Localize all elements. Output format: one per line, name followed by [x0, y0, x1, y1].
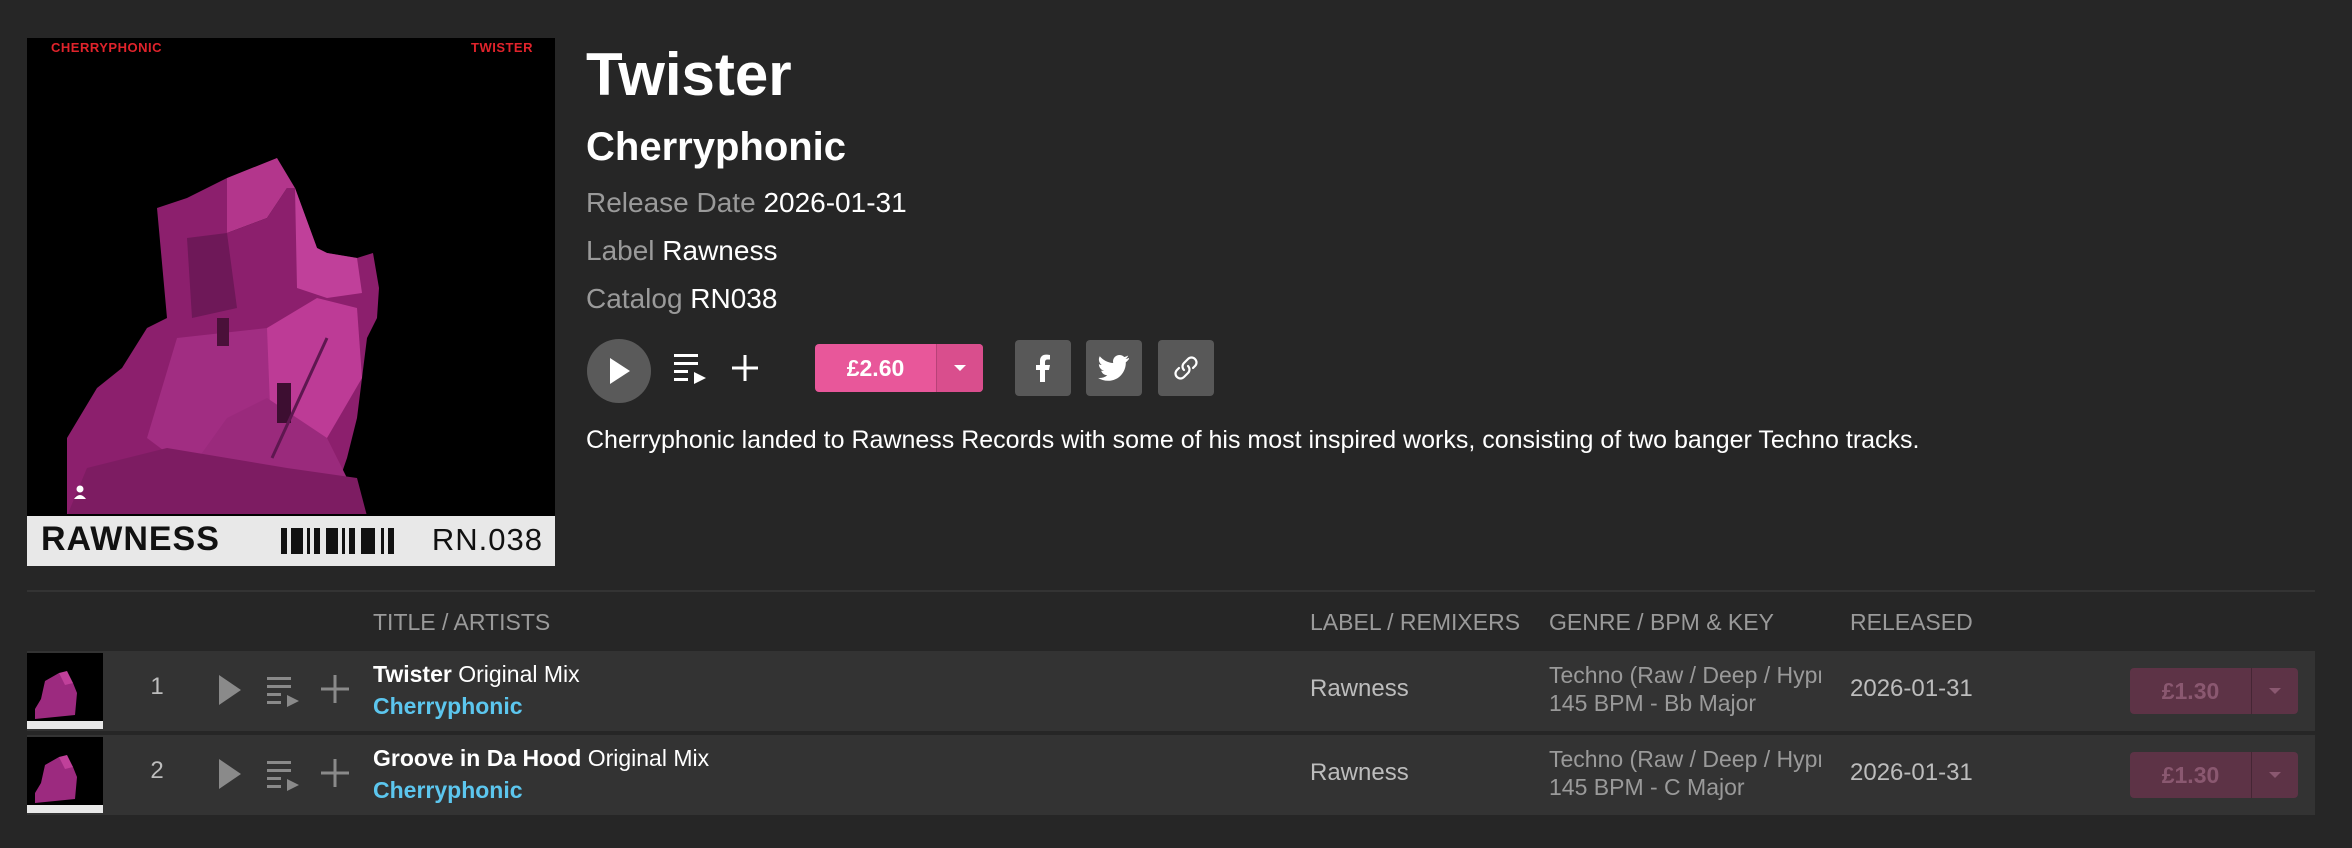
twitter-icon — [1098, 355, 1129, 381]
track-released: 2026-01-31 — [1850, 675, 1973, 702]
label-label: Label — [586, 235, 655, 266]
track-thumbnail[interactable] — [27, 737, 103, 813]
track-artist[interactable]: Cherryphonic — [373, 691, 523, 721]
track-row[interactable]: 2 Groove in Da Hood Original Mix Cherryp… — [27, 735, 2315, 815]
track-title[interactable]: Twister Original Mix — [373, 659, 580, 689]
add-icon[interactable] — [319, 673, 351, 705]
play-icon[interactable] — [217, 757, 243, 791]
buy-options-dropdown[interactable] — [936, 344, 983, 392]
cover-artwork — [27, 38, 555, 516]
track-thumbnail[interactable] — [27, 653, 103, 729]
catalog-row: Catalog RN038 — [586, 281, 777, 317]
track-genre-bpm-key: Techno (Raw / Deep / Hypnotic) 145 BPM -… — [1549, 745, 1821, 801]
add-to-playlist-button[interactable] — [729, 352, 761, 384]
track-title[interactable]: Groove in Da Hood Original Mix — [373, 743, 709, 773]
track-name[interactable]: Groove in Da Hood — [373, 745, 581, 771]
track-released: 2026-01-31 — [1850, 759, 1973, 786]
track-mix: Original Mix — [458, 661, 580, 687]
queue-icon[interactable] — [265, 759, 301, 791]
track-thumbnail-art — [27, 737, 103, 813]
header-title-artists: TITLE / ARTISTS — [373, 609, 551, 635]
queue-icon — [674, 354, 706, 384]
chevron-down-icon — [954, 365, 966, 371]
track-mix: Original Mix — [587, 745, 710, 771]
facebook-icon — [1036, 354, 1050, 382]
header-genre-bpm-key: GENRE / BPM & KEY — [1549, 609, 1774, 635]
cover-catalog: RN.038 — [431, 522, 543, 557]
release-title: Twister — [586, 41, 792, 108]
track-price[interactable]: £1.30 — [2130, 752, 2251, 798]
release-date-value: 2026-01-31 — [763, 187, 907, 218]
header-label-remixers: LABEL / REMIXERS — [1310, 609, 1521, 635]
release-date-row: Release Date 2026-01-31 — [586, 185, 907, 221]
copy-link-button[interactable] — [1158, 340, 1214, 396]
catalog-value: RN038 — [690, 283, 778, 314]
buy-track-button[interactable]: £1.30 — [2130, 668, 2298, 714]
release-price[interactable]: £2.60 — [815, 344, 936, 392]
buy-track-button[interactable]: £1.30 — [2130, 752, 2298, 798]
track-label[interactable]: Rawness — [1310, 675, 1409, 703]
queue-icon[interactable] — [265, 675, 301, 707]
cover-band: RAWNESS RN.038 — [27, 514, 555, 566]
track-number: 1 — [150, 673, 164, 700]
release-cover: CHERRYPHONIC TWISTER RAWNESS RN.038 — [27, 38, 555, 566]
track-artist[interactable]: Cherryphonic — [373, 775, 523, 805]
track-label[interactable]: Rawness — [1310, 759, 1409, 787]
cover-artist-text: CHERRYPHONIC — [51, 40, 162, 55]
share-facebook-button[interactable] — [1015, 340, 1071, 396]
track-genre-bpm-key: Techno (Raw / Deep / Hypnotic) 145 BPM -… — [1549, 661, 1821, 717]
link-icon — [1174, 356, 1198, 380]
add-to-queue-button[interactable] — [672, 352, 708, 384]
track-bpm-key: 145 BPM - Bb Major — [1549, 690, 1757, 716]
track-buy-options-dropdown[interactable] — [2251, 752, 2298, 798]
track-genre[interactable]: Techno (Raw / Deep / Hypnotic) — [1549, 745, 1821, 773]
cover-title-text: TWISTER — [471, 40, 533, 55]
play-release-button[interactable] — [587, 339, 651, 403]
release-description: Cherryphonic landed to Rawness Records w… — [586, 426, 1920, 454]
person-icon — [74, 485, 86, 499]
track-thumbnail-art — [27, 653, 103, 729]
track-genre[interactable]: Techno (Raw / Deep / Hypnotic) — [1549, 661, 1821, 689]
track-row[interactable]: 1 Twister Original Mix Cherryphonic Rawn… — [27, 651, 2315, 731]
share-twitter-button[interactable] — [1086, 340, 1142, 396]
catalog-label: Catalog — [586, 283, 683, 314]
play-icon — [610, 358, 630, 384]
cover-barcode — [281, 528, 394, 554]
release-date-label: Release Date — [586, 187, 756, 218]
header-released: RELEASED — [1850, 609, 1973, 635]
track-buy-options-dropdown[interactable] — [2251, 668, 2298, 714]
track-number: 2 — [150, 757, 164, 784]
tracklist-divider — [27, 590, 2315, 592]
release-artist[interactable]: Cherryphonic — [586, 122, 846, 172]
play-icon[interactable] — [217, 673, 243, 707]
track-name[interactable]: Twister — [373, 661, 452, 687]
track-price[interactable]: £1.30 — [2130, 668, 2251, 714]
label-value[interactable]: Rawness — [662, 235, 777, 266]
chevron-down-icon — [2269, 688, 2281, 694]
add-icon — [732, 355, 758, 381]
track-bpm-key: 145 BPM - C Major — [1549, 774, 1745, 800]
chevron-down-icon — [2269, 772, 2281, 778]
cover-brand: RAWNESS — [41, 520, 220, 558]
add-icon[interactable] — [319, 757, 351, 789]
label-row: Label Rawness — [586, 233, 777, 269]
buy-release-button[interactable]: £2.60 — [815, 344, 983, 392]
